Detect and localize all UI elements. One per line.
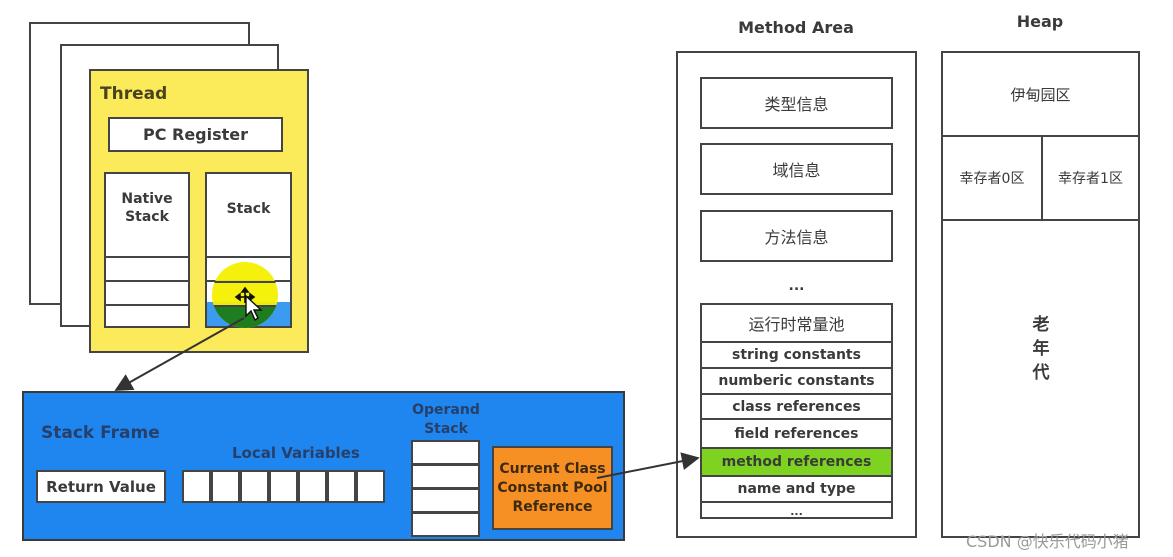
arrows-layer: [114, 317, 700, 479]
arrow-stack-to-frame: [114, 317, 245, 391]
arrow-ccp-to-method-references: [596, 452, 700, 479]
watermark: CSDN @快乐代码小猪: [966, 532, 1129, 551]
